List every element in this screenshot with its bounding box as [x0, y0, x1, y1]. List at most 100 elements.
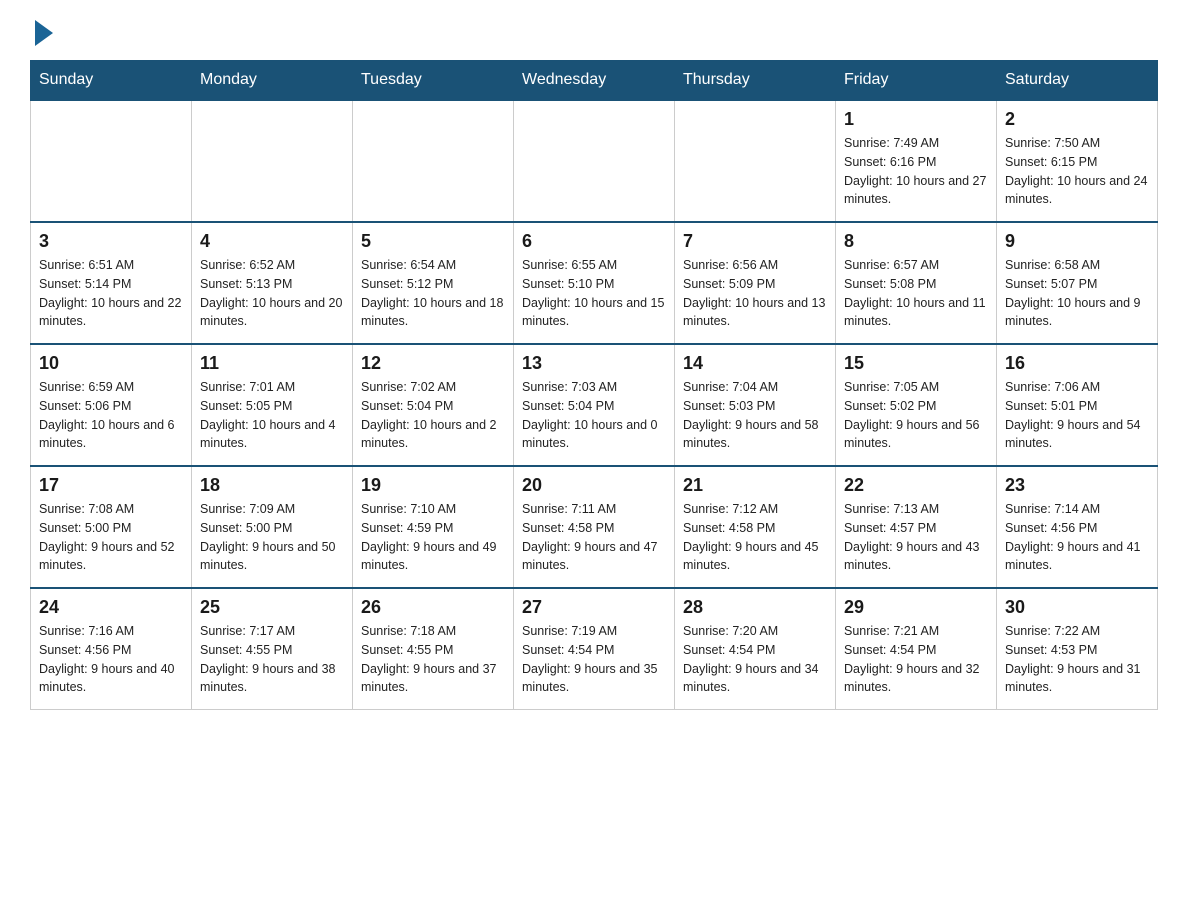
weekday-header-saturday: Saturday [997, 61, 1158, 101]
calendar-cell: 6Sunrise: 6:55 AMSunset: 5:10 PMDaylight… [514, 222, 675, 344]
day-info: Sunrise: 6:52 AMSunset: 5:13 PMDaylight:… [200, 256, 344, 331]
weekday-header-sunday: Sunday [31, 61, 192, 101]
day-number: 15 [844, 353, 988, 374]
day-info: Sunrise: 7:02 AMSunset: 5:04 PMDaylight:… [361, 378, 505, 453]
day-number: 10 [39, 353, 183, 374]
calendar-cell: 26 Sunrise: 7:18 AMSunset: 4:55 PMDayligh… [353, 588, 514, 710]
day-info: Sunrise: 7:19 AMSunset: 4:54 PMDaylight:… [522, 622, 666, 697]
day-info: Sunrise: 7:10 AMSunset: 4:59 PMDaylight:… [361, 500, 505, 575]
day-info: Sunrise: 6:55 AMSunset: 5:10 PMDaylight:… [522, 256, 666, 331]
calendar-cell: 24 Sunrise: 7:16 AMSunset: 4:56 PMDayligh… [31, 588, 192, 710]
calendar-cell: 10 Sunrise: 6:59 AMSunset: 5:06 PMDayligh… [31, 344, 192, 466]
day-info: Sunrise: 7:18 AMSunset: 4:55 PMDaylight:… [361, 622, 505, 697]
calendar-cell: 27 Sunrise: 7:19 AMSunset: 4:54 PMDayligh… [514, 588, 675, 710]
calendar-cell: 7 Sunrise: 6:56 AMSunset: 5:09 PMDaylight… [675, 222, 836, 344]
calendar-cell: 4 Sunrise: 6:52 AMSunset: 5:13 PMDaylight… [192, 222, 353, 344]
calendar-cell: 16Sunrise: 7:06 AMSunset: 5:01 PMDayligh… [997, 344, 1158, 466]
weekday-header-monday: Monday [192, 61, 353, 101]
logo-arrow-icon [35, 20, 53, 46]
day-info: Sunrise: 6:54 AMSunset: 5:12 PMDaylight:… [361, 256, 505, 331]
day-info: Sunrise: 6:58 AMSunset: 5:07 PMDaylight:… [1005, 256, 1149, 331]
day-number: 12 [361, 353, 505, 374]
calendar-cell: 14 Sunrise: 7:04 AMSunset: 5:03 PMDayligh… [675, 344, 836, 466]
day-number: 21 [683, 475, 827, 496]
calendar-cell [192, 100, 353, 222]
day-info: Sunrise: 7:11 AMSunset: 4:58 PMDaylight:… [522, 500, 666, 575]
calendar-cell: 21 Sunrise: 7:12 AMSunset: 4:58 PMDayligh… [675, 466, 836, 588]
day-number: 18 [200, 475, 344, 496]
calendar-cell: 28 Sunrise: 7:20 AMSunset: 4:54 PMDayligh… [675, 588, 836, 710]
day-number: 26 [361, 597, 505, 618]
calendar-cell [353, 100, 514, 222]
week-row-5: 24 Sunrise: 7:16 AMSunset: 4:56 PMDayligh… [31, 588, 1158, 710]
day-info: Sunrise: 6:57 AMSunset: 5:08 PMDaylight:… [844, 256, 988, 331]
day-info: Sunrise: 7:09 AMSunset: 5:00 PMDaylight:… [200, 500, 344, 575]
day-number: 24 [39, 597, 183, 618]
day-info: Sunrise: 7:16 AMSunset: 4:56 PMDaylight:… [39, 622, 183, 697]
day-number: 17 [39, 475, 183, 496]
day-number: 25 [200, 597, 344, 618]
day-info: Sunrise: 7:17 AMSunset: 4:55 PMDaylight:… [200, 622, 344, 697]
calendar-cell: 2 Sunrise: 7:50 AMSunset: 6:15 PMDaylight… [997, 100, 1158, 222]
day-number: 9 [1005, 231, 1149, 252]
calendar-cell: 23 Sunrise: 7:14 AMSunset: 4:56 PMDayligh… [997, 466, 1158, 588]
calendar-cell: 3Sunrise: 6:51 AMSunset: 5:14 PMDaylight… [31, 222, 192, 344]
calendar-cell [514, 100, 675, 222]
calendar-header-row: SundayMondayTuesdayWednesdayThursdayFrid… [31, 61, 1158, 101]
calendar-cell: 20 Sunrise: 7:11 AMSunset: 4:58 PMDayligh… [514, 466, 675, 588]
day-number: 23 [1005, 475, 1149, 496]
day-info: Sunrise: 7:01 AMSunset: 5:05 PMDaylight:… [200, 378, 344, 453]
calendar-cell: 12 Sunrise: 7:02 AMSunset: 5:04 PMDayligh… [353, 344, 514, 466]
day-info: Sunrise: 7:22 AMSunset: 4:53 PMDaylight:… [1005, 622, 1149, 697]
day-number: 19 [361, 475, 505, 496]
day-info: Sunrise: 7:12 AMSunset: 4:58 PMDaylight:… [683, 500, 827, 575]
logo [30, 20, 62, 48]
day-info: Sunrise: 7:05 AMSunset: 5:02 PMDaylight:… [844, 378, 988, 453]
calendar-cell: 5 Sunrise: 6:54 AMSunset: 5:12 PMDaylight… [353, 222, 514, 344]
day-number: 5 [361, 231, 505, 252]
calendar-cell: 19 Sunrise: 7:10 AMSunset: 4:59 PMDayligh… [353, 466, 514, 588]
week-row-1: 1 Sunrise: 7:49 AMSunset: 6:16 PMDaylight… [31, 100, 1158, 222]
weekday-header-friday: Friday [836, 61, 997, 101]
calendar-cell: 1 Sunrise: 7:49 AMSunset: 6:16 PMDaylight… [836, 100, 997, 222]
day-number: 27 [522, 597, 666, 618]
day-number: 20 [522, 475, 666, 496]
day-info: Sunrise: 7:04 AMSunset: 5:03 PMDaylight:… [683, 378, 827, 453]
day-number: 29 [844, 597, 988, 618]
day-info: Sunrise: 7:03 AMSunset: 5:04 PMDaylight:… [522, 378, 666, 453]
day-info: Sunrise: 7:21 AMSunset: 4:54 PMDaylight:… [844, 622, 988, 697]
calendar-cell: 18 Sunrise: 7:09 AMSunset: 5:00 PMDayligh… [192, 466, 353, 588]
day-number: 4 [200, 231, 344, 252]
week-row-3: 10 Sunrise: 6:59 AMSunset: 5:06 PMDayligh… [31, 344, 1158, 466]
week-row-4: 17Sunrise: 7:08 AMSunset: 5:00 PMDayligh… [31, 466, 1158, 588]
weekday-header-tuesday: Tuesday [353, 61, 514, 101]
calendar-cell: 15 Sunrise: 7:05 AMSunset: 5:02 PMDayligh… [836, 344, 997, 466]
calendar-cell: 9 Sunrise: 6:58 AMSunset: 5:07 PMDaylight… [997, 222, 1158, 344]
calendar-cell: 29 Sunrise: 7:21 AMSunset: 4:54 PMDayligh… [836, 588, 997, 710]
calendar-cell: 25 Sunrise: 7:17 AMSunset: 4:55 PMDayligh… [192, 588, 353, 710]
day-number: 8 [844, 231, 988, 252]
day-number: 1 [844, 109, 988, 130]
weekday-header-thursday: Thursday [675, 61, 836, 101]
calendar-table: SundayMondayTuesdayWednesdayThursdayFrid… [30, 60, 1158, 710]
calendar-cell: 13 Sunrise: 7:03 AMSunset: 5:04 PMDayligh… [514, 344, 675, 466]
day-number: 30 [1005, 597, 1149, 618]
day-number: 22 [844, 475, 988, 496]
day-info: Sunrise: 7:49 AMSunset: 6:16 PMDaylight:… [844, 134, 988, 209]
day-number: 7 [683, 231, 827, 252]
calendar-cell: 11 Sunrise: 7:01 AMSunset: 5:05 PMDayligh… [192, 344, 353, 466]
day-info: Sunrise: 6:59 AMSunset: 5:06 PMDaylight:… [39, 378, 183, 453]
day-info: Sunrise: 7:20 AMSunset: 4:54 PMDaylight:… [683, 622, 827, 697]
day-info: Sunrise: 7:14 AMSunset: 4:56 PMDaylight:… [1005, 500, 1149, 575]
week-row-2: 3Sunrise: 6:51 AMSunset: 5:14 PMDaylight… [31, 222, 1158, 344]
day-info: Sunrise: 7:06 AMSunset: 5:01 PMDaylight:… [1005, 378, 1149, 453]
day-number: 11 [200, 353, 344, 374]
calendar-cell: 30 Sunrise: 7:22 AMSunset: 4:53 PMDayligh… [997, 588, 1158, 710]
day-number: 28 [683, 597, 827, 618]
day-number: 14 [683, 353, 827, 374]
day-number: 13 [522, 353, 666, 374]
day-info: Sunrise: 6:56 AMSunset: 5:09 PMDaylight:… [683, 256, 827, 331]
day-info: Sunrise: 7:13 AMSunset: 4:57 PMDaylight:… [844, 500, 988, 575]
day-info: Sunrise: 7:50 AMSunset: 6:15 PMDaylight:… [1005, 134, 1149, 209]
day-number: 2 [1005, 109, 1149, 130]
